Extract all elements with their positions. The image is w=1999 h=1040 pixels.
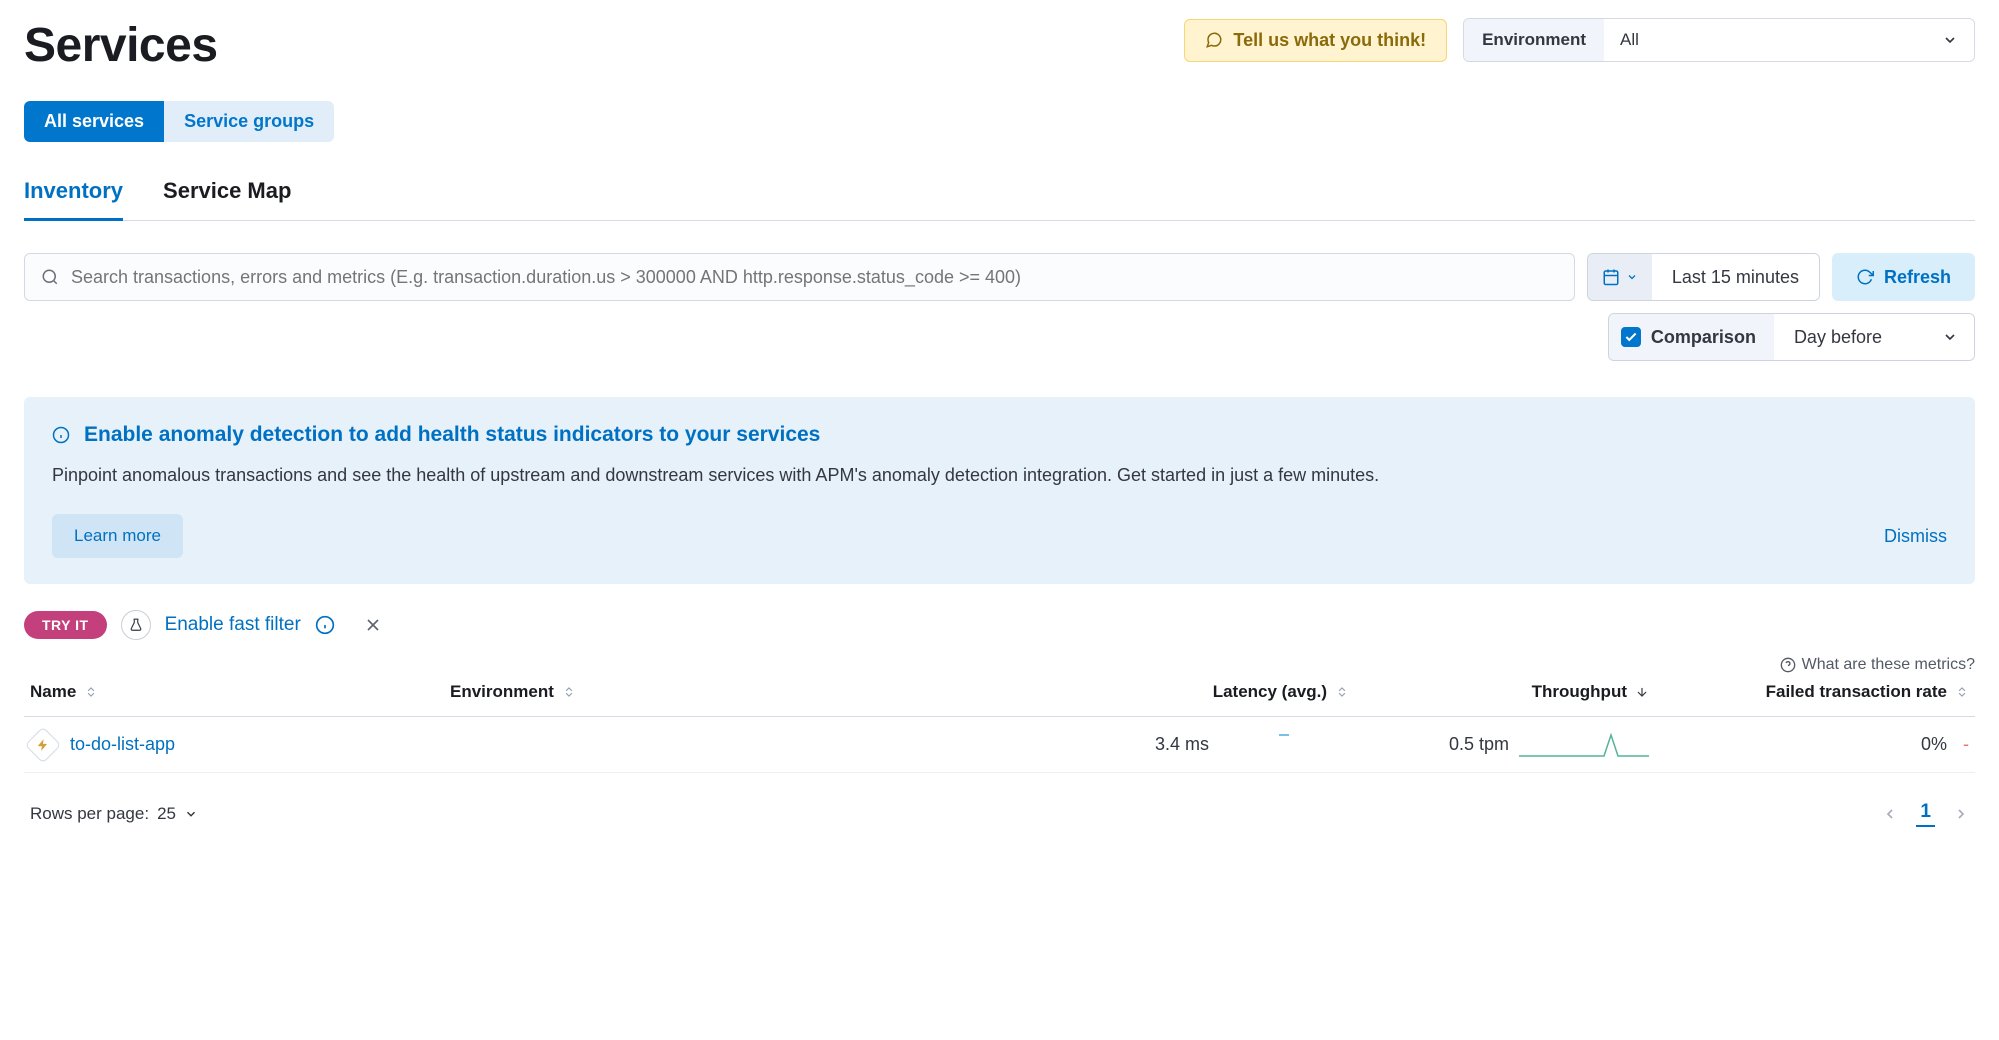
sort-icon [562, 685, 576, 699]
info-icon [315, 615, 335, 635]
col-throughput[interactable]: Throughput [1349, 682, 1649, 702]
chevron-right-icon [1953, 806, 1969, 822]
environment-value: All [1620, 30, 1639, 50]
latency-value: 3.4 ms [1155, 734, 1209, 755]
tab-inventory[interactable]: Inventory [24, 178, 123, 221]
search-icon [41, 268, 59, 286]
service-link[interactable]: to-do-list-app [70, 734, 175, 755]
tab-all-services[interactable]: All services [24, 101, 164, 142]
col-failed[interactable]: Failed transaction rate [1649, 682, 1969, 702]
chevron-left-icon [1882, 806, 1898, 822]
col-environment[interactable]: Environment [450, 682, 770, 702]
feedback-button[interactable]: Tell us what you think! [1184, 19, 1447, 62]
environment-label: Environment [1464, 19, 1604, 61]
refresh-label: Refresh [1884, 267, 1951, 288]
callout-title: Enable anomaly detection to add health s… [84, 423, 820, 447]
sort-desc-icon [1635, 685, 1649, 699]
comparison-row: Comparison Day before [24, 313, 1975, 361]
next-page-button[interactable] [1953, 806, 1969, 822]
rows-per-page-select[interactable]: Rows per page: 25 [30, 804, 198, 824]
page-number[interactable]: 1 [1916, 801, 1935, 827]
check-icon [1624, 330, 1638, 344]
chevron-down-icon [1942, 329, 1958, 345]
chevron-down-icon [1942, 32, 1958, 48]
enable-fast-filter-link[interactable]: Enable fast filter [165, 614, 301, 636]
latency-cell: 3.4 ms [770, 731, 1349, 759]
fast-filter-close-button[interactable] [363, 615, 383, 635]
failed-sparkline-empty: - [1957, 734, 1969, 755]
info-icon [52, 426, 70, 444]
tab-service-groups[interactable]: Service groups [164, 101, 334, 142]
time-range-value[interactable]: Last 15 minutes [1652, 254, 1819, 300]
table-header: Name Environment Latency (avg.) Throughp… [24, 682, 1975, 717]
comparison-checkbox [1621, 327, 1641, 347]
refresh-icon [1856, 268, 1874, 286]
refresh-button[interactable]: Refresh [1832, 253, 1975, 301]
chevron-down-icon [184, 807, 198, 821]
metrics-help-label: What are these metrics? [1802, 656, 1975, 674]
callout-body: Pinpoint anomalous transactions and see … [52, 463, 1947, 488]
throughput-sparkline [1519, 731, 1649, 759]
search-input[interactable] [71, 267, 1558, 288]
sort-icon [84, 685, 98, 699]
comparison-label: Comparison [1651, 327, 1756, 348]
service-cell: to-do-list-app [30, 732, 450, 758]
callout-title-row: Enable anomaly detection to add health s… [52, 423, 1947, 447]
sort-icon [1955, 685, 1969, 699]
page-title: Services [24, 18, 218, 73]
close-icon [363, 615, 383, 635]
feedback-label: Tell us what you think! [1233, 30, 1426, 51]
pagination: 1 [1882, 801, 1969, 827]
page-header: Services Tell us what you think! Environ… [24, 0, 1975, 73]
help-icon [1780, 657, 1796, 673]
comparison-value: Day before [1794, 327, 1882, 348]
flask-icon [121, 610, 151, 640]
prev-page-button[interactable] [1882, 806, 1898, 822]
chevron-down-icon [1626, 271, 1638, 283]
comparison-select[interactable]: Day before [1774, 314, 1974, 360]
service-type-icon [25, 726, 62, 763]
chat-icon [1205, 31, 1223, 49]
services-table: Name Environment Latency (avg.) Throughp… [24, 682, 1975, 773]
callout-actions: Learn more Dismiss [52, 514, 1947, 558]
filter-bar: Last 15 minutes Refresh [24, 253, 1975, 301]
throughput-value: 0.5 tpm [1449, 734, 1509, 755]
latency-sparkline [1219, 731, 1349, 759]
fast-filter-row: TRY IT Enable fast filter [24, 610, 1975, 640]
header-actions: Tell us what you think! Environment All [1184, 18, 1975, 62]
col-name[interactable]: Name [30, 682, 450, 702]
table-row: to-do-list-app 3.4 ms 0.5 tpm 0% - [24, 717, 1975, 773]
rows-per-page-value: 25 [157, 804, 176, 824]
time-range-quick-button[interactable] [1588, 254, 1652, 300]
comparison-picker: Comparison Day before [1608, 313, 1975, 361]
failed-cell: 0% - [1649, 734, 1969, 755]
calendar-icon [1602, 268, 1620, 286]
service-type-tabs: All services Service groups [24, 101, 334, 142]
rows-per-page-label: Rows per page: [30, 804, 149, 824]
sort-icon [1335, 685, 1349, 699]
anomaly-callout: Enable anomaly detection to add health s… [24, 397, 1975, 584]
environment-picker: Environment All [1463, 18, 1975, 62]
tab-service-map[interactable]: Service Map [163, 178, 291, 221]
search-wrapper [24, 253, 1575, 301]
failed-value: 0% [1921, 734, 1947, 755]
table-footer: Rows per page: 25 1 [24, 801, 1975, 827]
environment-select[interactable]: All [1604, 19, 1974, 61]
throughput-cell: 0.5 tpm [1349, 731, 1649, 759]
fast-filter-info-button[interactable] [315, 615, 335, 635]
view-tabs: Inventory Service Map [24, 178, 1975, 221]
try-it-badge: TRY IT [24, 611, 107, 639]
learn-more-button[interactable]: Learn more [52, 514, 183, 558]
dismiss-link[interactable]: Dismiss [1884, 526, 1947, 547]
metrics-help-link[interactable]: What are these metrics? [24, 656, 1975, 674]
time-range-picker: Last 15 minutes [1587, 253, 1820, 301]
comparison-toggle[interactable]: Comparison [1609, 314, 1774, 360]
col-latency[interactable]: Latency (avg.) [770, 682, 1349, 702]
